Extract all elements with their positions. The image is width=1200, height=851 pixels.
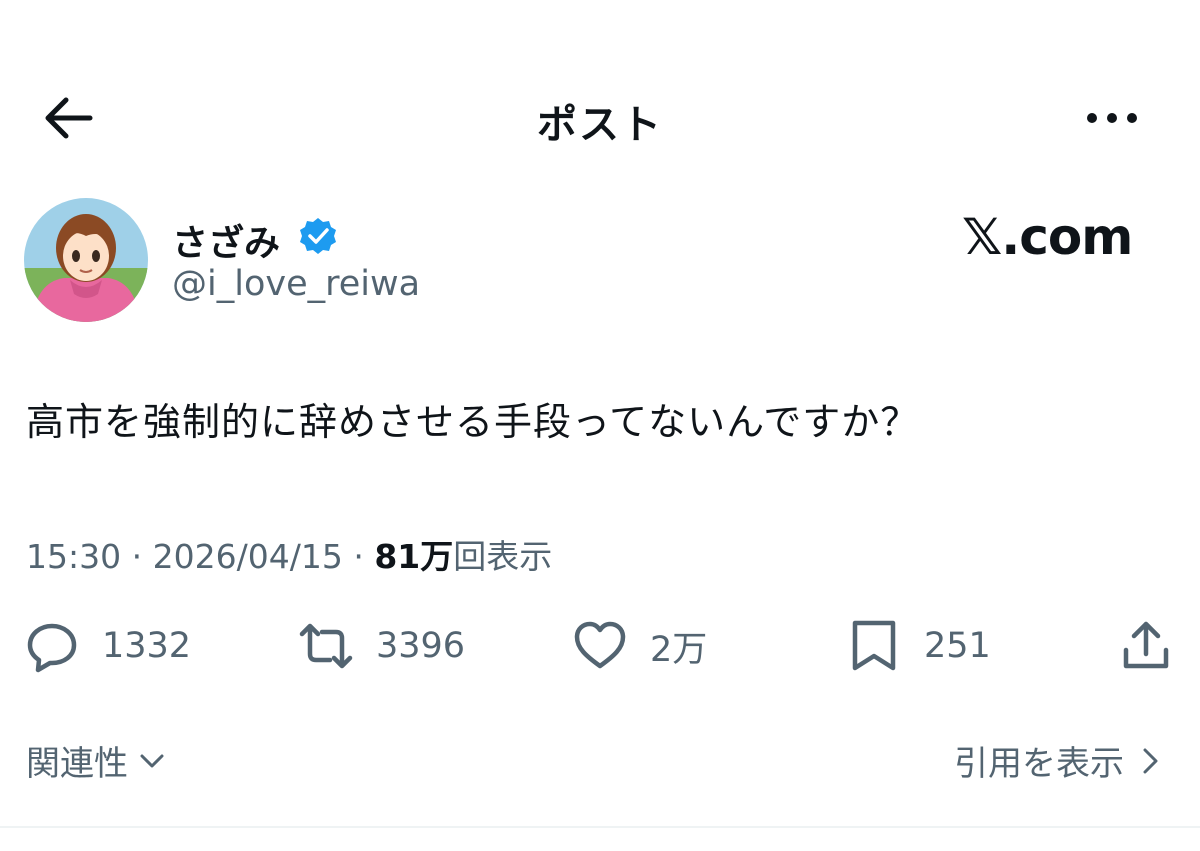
heart-icon	[572, 618, 628, 674]
divider	[0, 826, 1200, 828]
view-quotes-label: 引用を表示	[954, 736, 1124, 785]
reply-button[interactable]: 1332	[24, 618, 191, 674]
repost-button[interactable]: 3396	[298, 618, 465, 674]
brand-watermark: 𝕏.com	[962, 208, 1132, 266]
tweet-text: 高市を強制的に辞めさせる手段ってないんですか？	[26, 396, 919, 448]
display-name[interactable]: さざみ	[172, 214, 280, 266]
meta-separator: ·	[132, 537, 143, 576]
views-count: 81万	[374, 537, 453, 576]
user-handle[interactable]: @i_love_reiwa	[172, 264, 420, 304]
related-label: 関連性	[26, 736, 128, 785]
bookmark-icon	[846, 618, 902, 674]
related-sort-dropdown[interactable]: 関連性	[26, 736, 168, 785]
chevron-right-icon	[1134, 745, 1166, 777]
repost-count: 3396	[376, 626, 465, 666]
like-count: 2万	[650, 621, 707, 672]
repost-icon	[298, 618, 354, 674]
bookmark-button[interactable]: 251	[846, 618, 991, 674]
share-icon	[1118, 618, 1174, 674]
avatar[interactable]	[24, 198, 148, 322]
share-button[interactable]	[1118, 618, 1174, 674]
reply-count: 1332	[102, 626, 191, 666]
bookmark-count: 251	[924, 626, 991, 666]
page-title: ポスト	[0, 92, 1200, 150]
reply-icon	[24, 618, 80, 674]
chevron-down-icon	[136, 745, 168, 777]
more-options-icon[interactable]	[1082, 100, 1142, 136]
like-button[interactable]: 2万	[572, 618, 707, 674]
post-date[interactable]: 2026/04/15	[153, 537, 343, 576]
tweet-meta: 15:30 · 2026/04/15 · 81万回表示	[26, 530, 552, 578]
verified-badge-icon	[298, 216, 338, 256]
views-label: 回表示	[453, 537, 552, 576]
meta-separator: ·	[353, 537, 364, 576]
view-quotes-link[interactable]: 引用を表示	[954, 736, 1166, 785]
post-time[interactable]: 15:30	[26, 537, 121, 576]
